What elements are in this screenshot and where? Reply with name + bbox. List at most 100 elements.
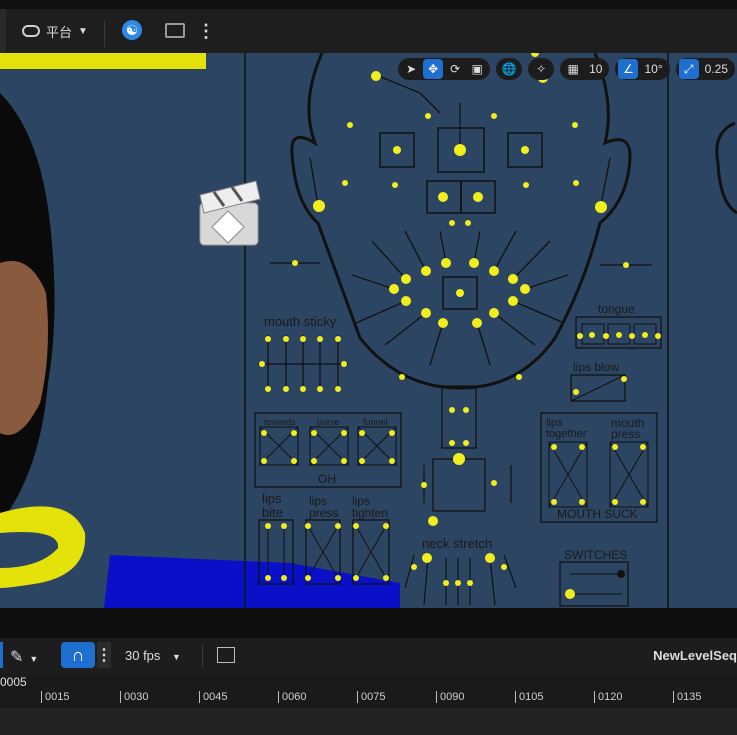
rig-control-dot[interactable] — [383, 575, 389, 581]
rig-control-dot[interactable] — [449, 440, 455, 446]
rig-control-dot[interactable] — [655, 333, 661, 339]
rig-control-dot[interactable] — [616, 332, 622, 338]
rig-control-dot[interactable] — [341, 458, 347, 464]
scale-snap-value[interactable]: 0.25 — [701, 62, 732, 76]
rig-control-dot[interactable] — [317, 386, 323, 392]
rig-control-dot[interactable] — [265, 523, 271, 529]
grid-snap-group[interactable]: ▦ 10 — [560, 58, 610, 80]
rig-control-dot[interactable] — [463, 440, 469, 446]
rig-control-dot[interactable] — [573, 389, 579, 395]
switch-knob-1[interactable] — [617, 570, 625, 578]
rig-control-dot[interactable] — [640, 444, 646, 450]
rig-control-dot[interactable] — [489, 266, 499, 276]
rig-control-dot[interactable] — [425, 113, 431, 119]
rig-control-dot[interactable] — [508, 296, 518, 306]
fps-dropdown[interactable]: 30 fps ▼ — [125, 648, 181, 663]
rig-control-dot[interactable] — [603, 333, 609, 339]
rig-control-dot[interactable] — [371, 71, 381, 81]
rig-control-dot[interactable] — [485, 553, 495, 563]
grid-snap-value[interactable]: 10 — [585, 62, 606, 76]
rig-control-dot[interactable] — [454, 144, 466, 156]
rig-control-dot[interactable] — [265, 575, 271, 581]
rig-control-dot[interactable] — [629, 333, 635, 339]
rig-control-dot[interactable] — [389, 430, 395, 436]
rig-control-dot[interactable] — [335, 336, 341, 342]
rig-control-dot[interactable] — [359, 458, 365, 464]
rig-control-dot[interactable] — [359, 430, 365, 436]
rig-control-dot[interactable] — [573, 180, 579, 186]
rig-control-dot[interactable] — [421, 482, 427, 488]
rig-control-dot[interactable] — [469, 258, 479, 268]
rig-control-dot[interactable] — [353, 523, 359, 529]
angle-snap-group[interactable]: ∠ 10° — [615, 58, 670, 80]
rig-control-dot[interactable] — [261, 430, 267, 436]
rig-control-dot[interactable] — [317, 336, 323, 342]
rig-control-dot[interactable] — [520, 284, 530, 294]
snap-options-button[interactable]: ⋮ — [96, 642, 112, 668]
rig-control-dot[interactable] — [551, 444, 557, 450]
rig-control-dot[interactable] — [523, 182, 529, 188]
rig-control-dot[interactable] — [595, 201, 607, 213]
rig-control-dot[interactable] — [383, 523, 389, 529]
rig-control-dot[interactable] — [335, 575, 341, 581]
rig-control-dot[interactable] — [579, 499, 585, 505]
rig-control-dot[interactable] — [421, 308, 431, 318]
rig-control-dot[interactable] — [300, 336, 306, 342]
yinyang-icon[interactable]: ☯ — [122, 20, 142, 40]
rig-control-dot[interactable] — [292, 260, 298, 266]
rig-control-dot[interactable] — [389, 458, 395, 464]
rig-control-dot[interactable] — [551, 499, 557, 505]
rig-control-dot[interactable] — [438, 192, 448, 202]
rig-control-dot[interactable] — [489, 308, 499, 318]
scale-tool-icon[interactable]: ▣ — [467, 59, 487, 79]
rig-control-dot[interactable] — [491, 113, 497, 119]
rig-control-dot[interactable] — [283, 336, 289, 342]
snap-magnet-button[interactable]: ∩ — [61, 642, 95, 668]
angle-snap-value[interactable]: 10° — [640, 62, 666, 76]
rig-control-dot[interactable] — [300, 386, 306, 392]
scale-snap-group[interactable]: ⤢ 0.25 — [675, 58, 735, 80]
rig-control-dot[interactable] — [281, 575, 287, 581]
surface-snap-toggle[interactable]: ✧ — [528, 58, 555, 80]
rig-control-dot[interactable] — [401, 274, 411, 284]
rig-control-dot[interactable] — [347, 122, 353, 128]
rig-control-dot[interactable] — [642, 332, 648, 338]
rig-control-dot[interactable] — [441, 258, 451, 268]
rig-control-dot[interactable] — [281, 523, 287, 529]
rig-control-dot[interactable] — [467, 580, 473, 586]
rig-control-dot[interactable] — [305, 575, 311, 581]
sequence-actor-icon[interactable] — [199, 180, 261, 246]
platform-dropdown[interactable]: 平台 ▼ — [22, 19, 88, 43]
rig-control-dot[interactable] — [335, 523, 341, 529]
rig-control-dot[interactable] — [577, 333, 583, 339]
rig-control-dot[interactable] — [565, 589, 575, 599]
rig-control-dot[interactable] — [291, 430, 297, 436]
rig-control-dot[interactable] — [456, 289, 464, 297]
rig-control-dot[interactable] — [353, 575, 359, 581]
rig-control-dot[interactable] — [465, 220, 471, 226]
timeline-track[interactable] — [0, 708, 737, 735]
rig-control-dot[interactable] — [473, 192, 483, 202]
rig-control-dot[interactable] — [612, 444, 618, 450]
rig-control-dot[interactable] — [421, 266, 431, 276]
rig-control-dot[interactable] — [463, 407, 469, 413]
time-ruler[interactable]: 0005 0015 0030 0045 0060 0075 0090 0105 0120 013… — [0, 674, 737, 708]
rig-control-dot[interactable] — [640, 499, 646, 505]
rig-control-dot[interactable] — [422, 553, 432, 563]
rig-control-dot[interactable] — [508, 274, 518, 284]
rig-control-dot[interactable] — [393, 146, 401, 154]
rig-control-dot[interactable] — [501, 564, 507, 570]
rig-control-dot[interactable] — [623, 262, 629, 268]
rig-control-dot[interactable] — [341, 430, 347, 436]
rig-control-dot[interactable] — [455, 580, 461, 586]
rig-control-dot[interactable] — [291, 458, 297, 464]
rig-control-dot[interactable] — [453, 453, 465, 465]
rig-control-dot[interactable] — [283, 386, 289, 392]
rig-control-dot[interactable] — [443, 580, 449, 586]
rig-control-dot[interactable] — [401, 296, 411, 306]
rig-control-dot[interactable] — [311, 430, 317, 436]
rig-control-dot[interactable] — [265, 336, 271, 342]
level-viewport[interactable]: mouth sticky tongue lips blow towards pu… — [0, 53, 737, 608]
rig-control-dot[interactable] — [428, 516, 438, 526]
select-tool-icon[interactable]: ➤ — [401, 59, 421, 79]
